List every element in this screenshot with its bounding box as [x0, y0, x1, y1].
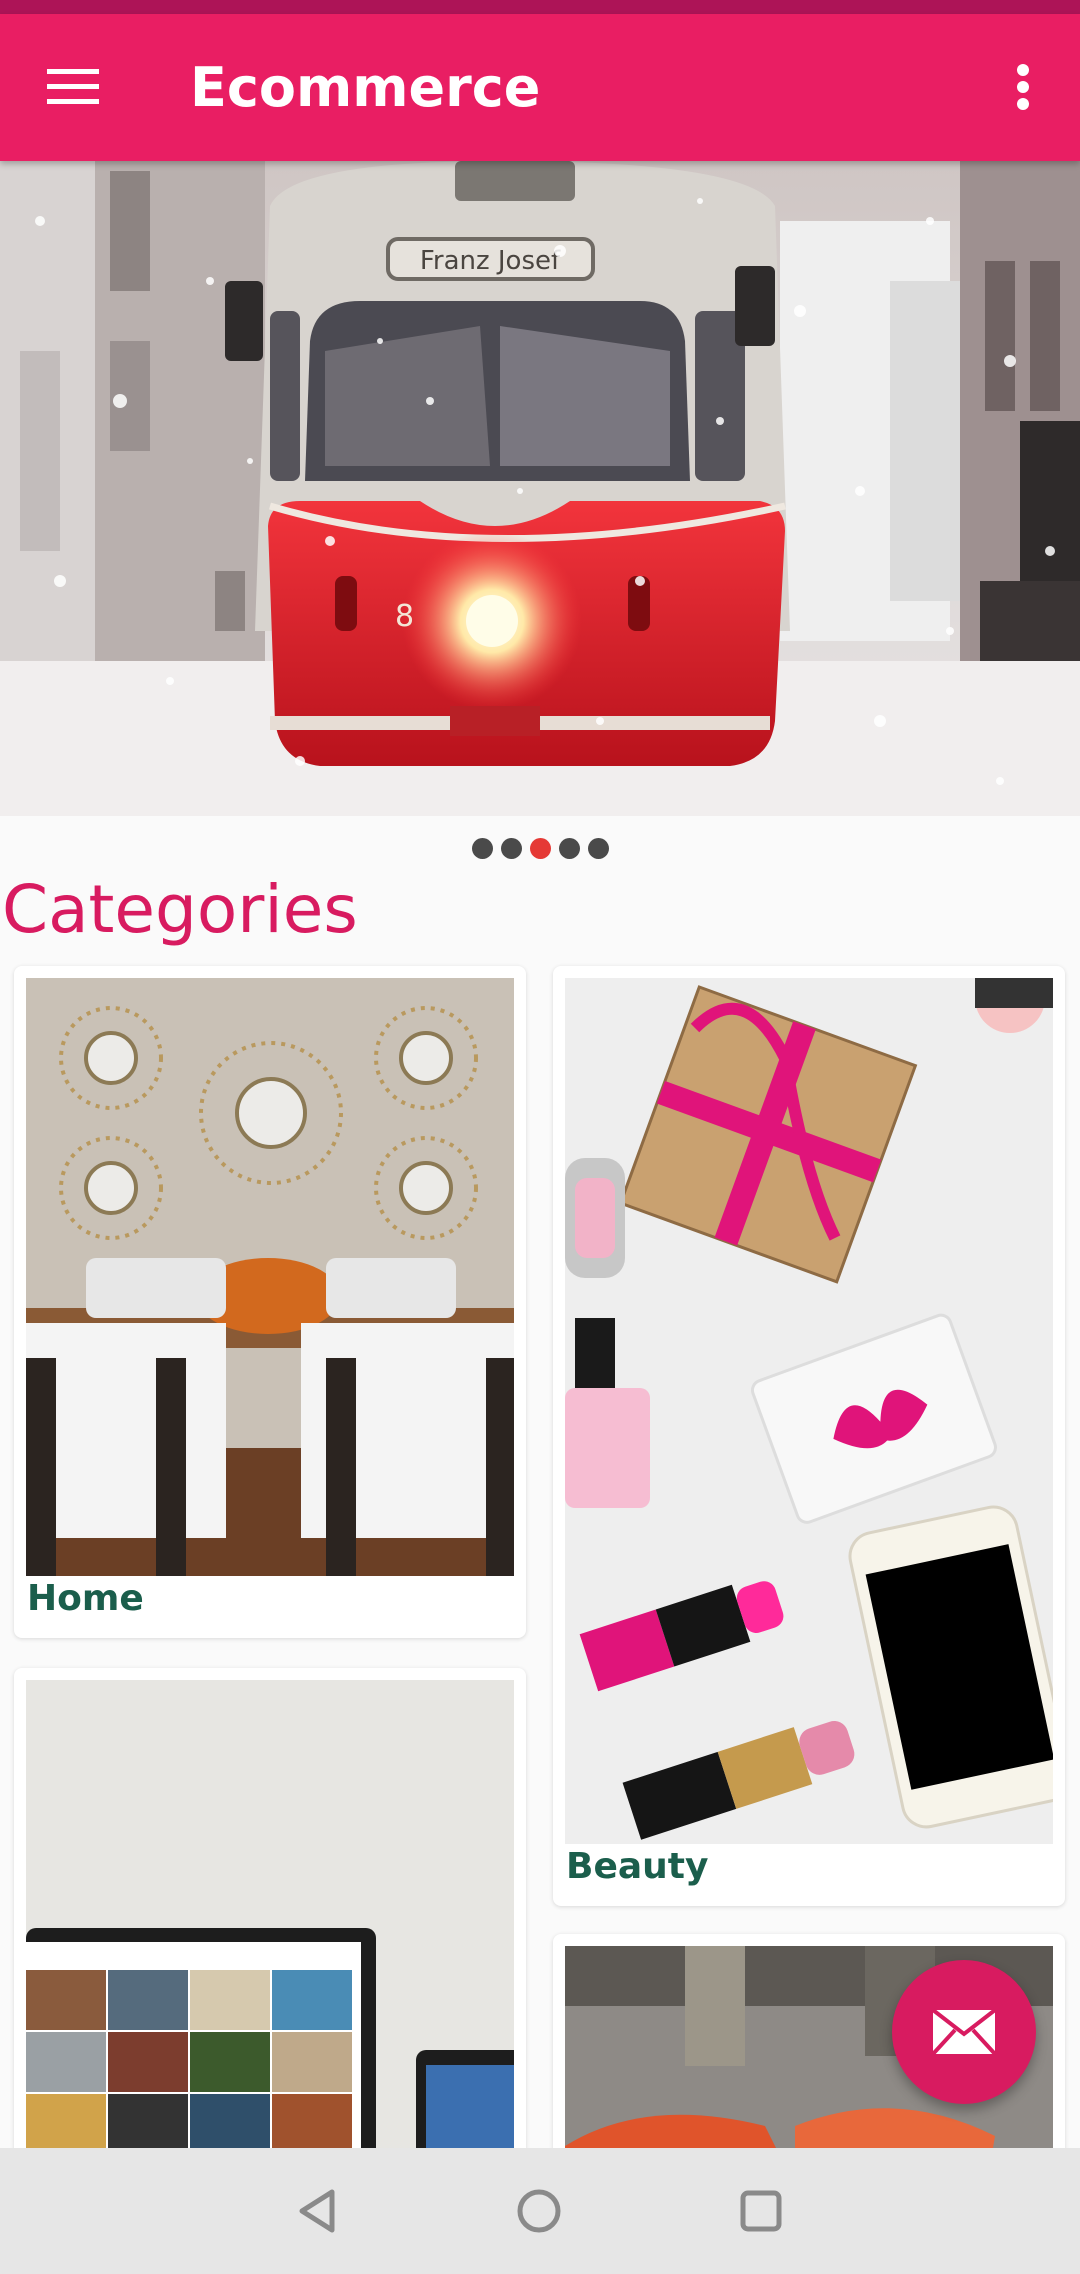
category-image-beauty	[565, 978, 1053, 1844]
recents-square-icon[interactable]	[718, 2168, 804, 2254]
category-card-beauty[interactable]: Beauty	[553, 966, 1065, 1906]
banner-image: Franz Josef 8	[0, 161, 1080, 816]
category-label-beauty: Beauty	[566, 1846, 709, 1887]
tram-number: 8	[395, 599, 414, 634]
banner-carousel[interactable]: Franz Josef 8	[0, 161, 1080, 816]
back-icon[interactable]	[276, 2168, 362, 2254]
mail-icon	[931, 2008, 997, 2056]
carousel-dot[interactable]	[500, 838, 522, 859]
app-title: Ecommerce	[190, 56, 541, 119]
status-bar	[0, 0, 1080, 14]
more-vertical-icon[interactable]	[990, 44, 1056, 130]
carousel-dot[interactable]	[587, 838, 609, 859]
category-card-home[interactable]: Home	[14, 966, 526, 1638]
category-label-home: Home	[27, 1578, 144, 1619]
carousel-dot[interactable]	[558, 838, 580, 859]
category-image-electronics	[26, 1680, 514, 2168]
system-navigation-bar	[0, 2148, 1080, 2274]
carousel-dot[interactable]	[471, 838, 493, 859]
mail-fab-button[interactable]	[892, 1960, 1036, 2104]
home-circle-icon[interactable]	[496, 2168, 582, 2254]
hamburger-menu-icon[interactable]	[30, 44, 116, 130]
carousel-dot-active[interactable]	[529, 838, 551, 859]
categories-heading: Categories	[2, 871, 358, 948]
category-image-home	[26, 978, 514, 1576]
category-card-electronics[interactable]	[14, 1668, 526, 2168]
app-bar: Ecommerce	[0, 14, 1080, 161]
tram-sign: Franz Josef	[420, 246, 561, 276]
carousel-indicator[interactable]	[0, 838, 1080, 868]
